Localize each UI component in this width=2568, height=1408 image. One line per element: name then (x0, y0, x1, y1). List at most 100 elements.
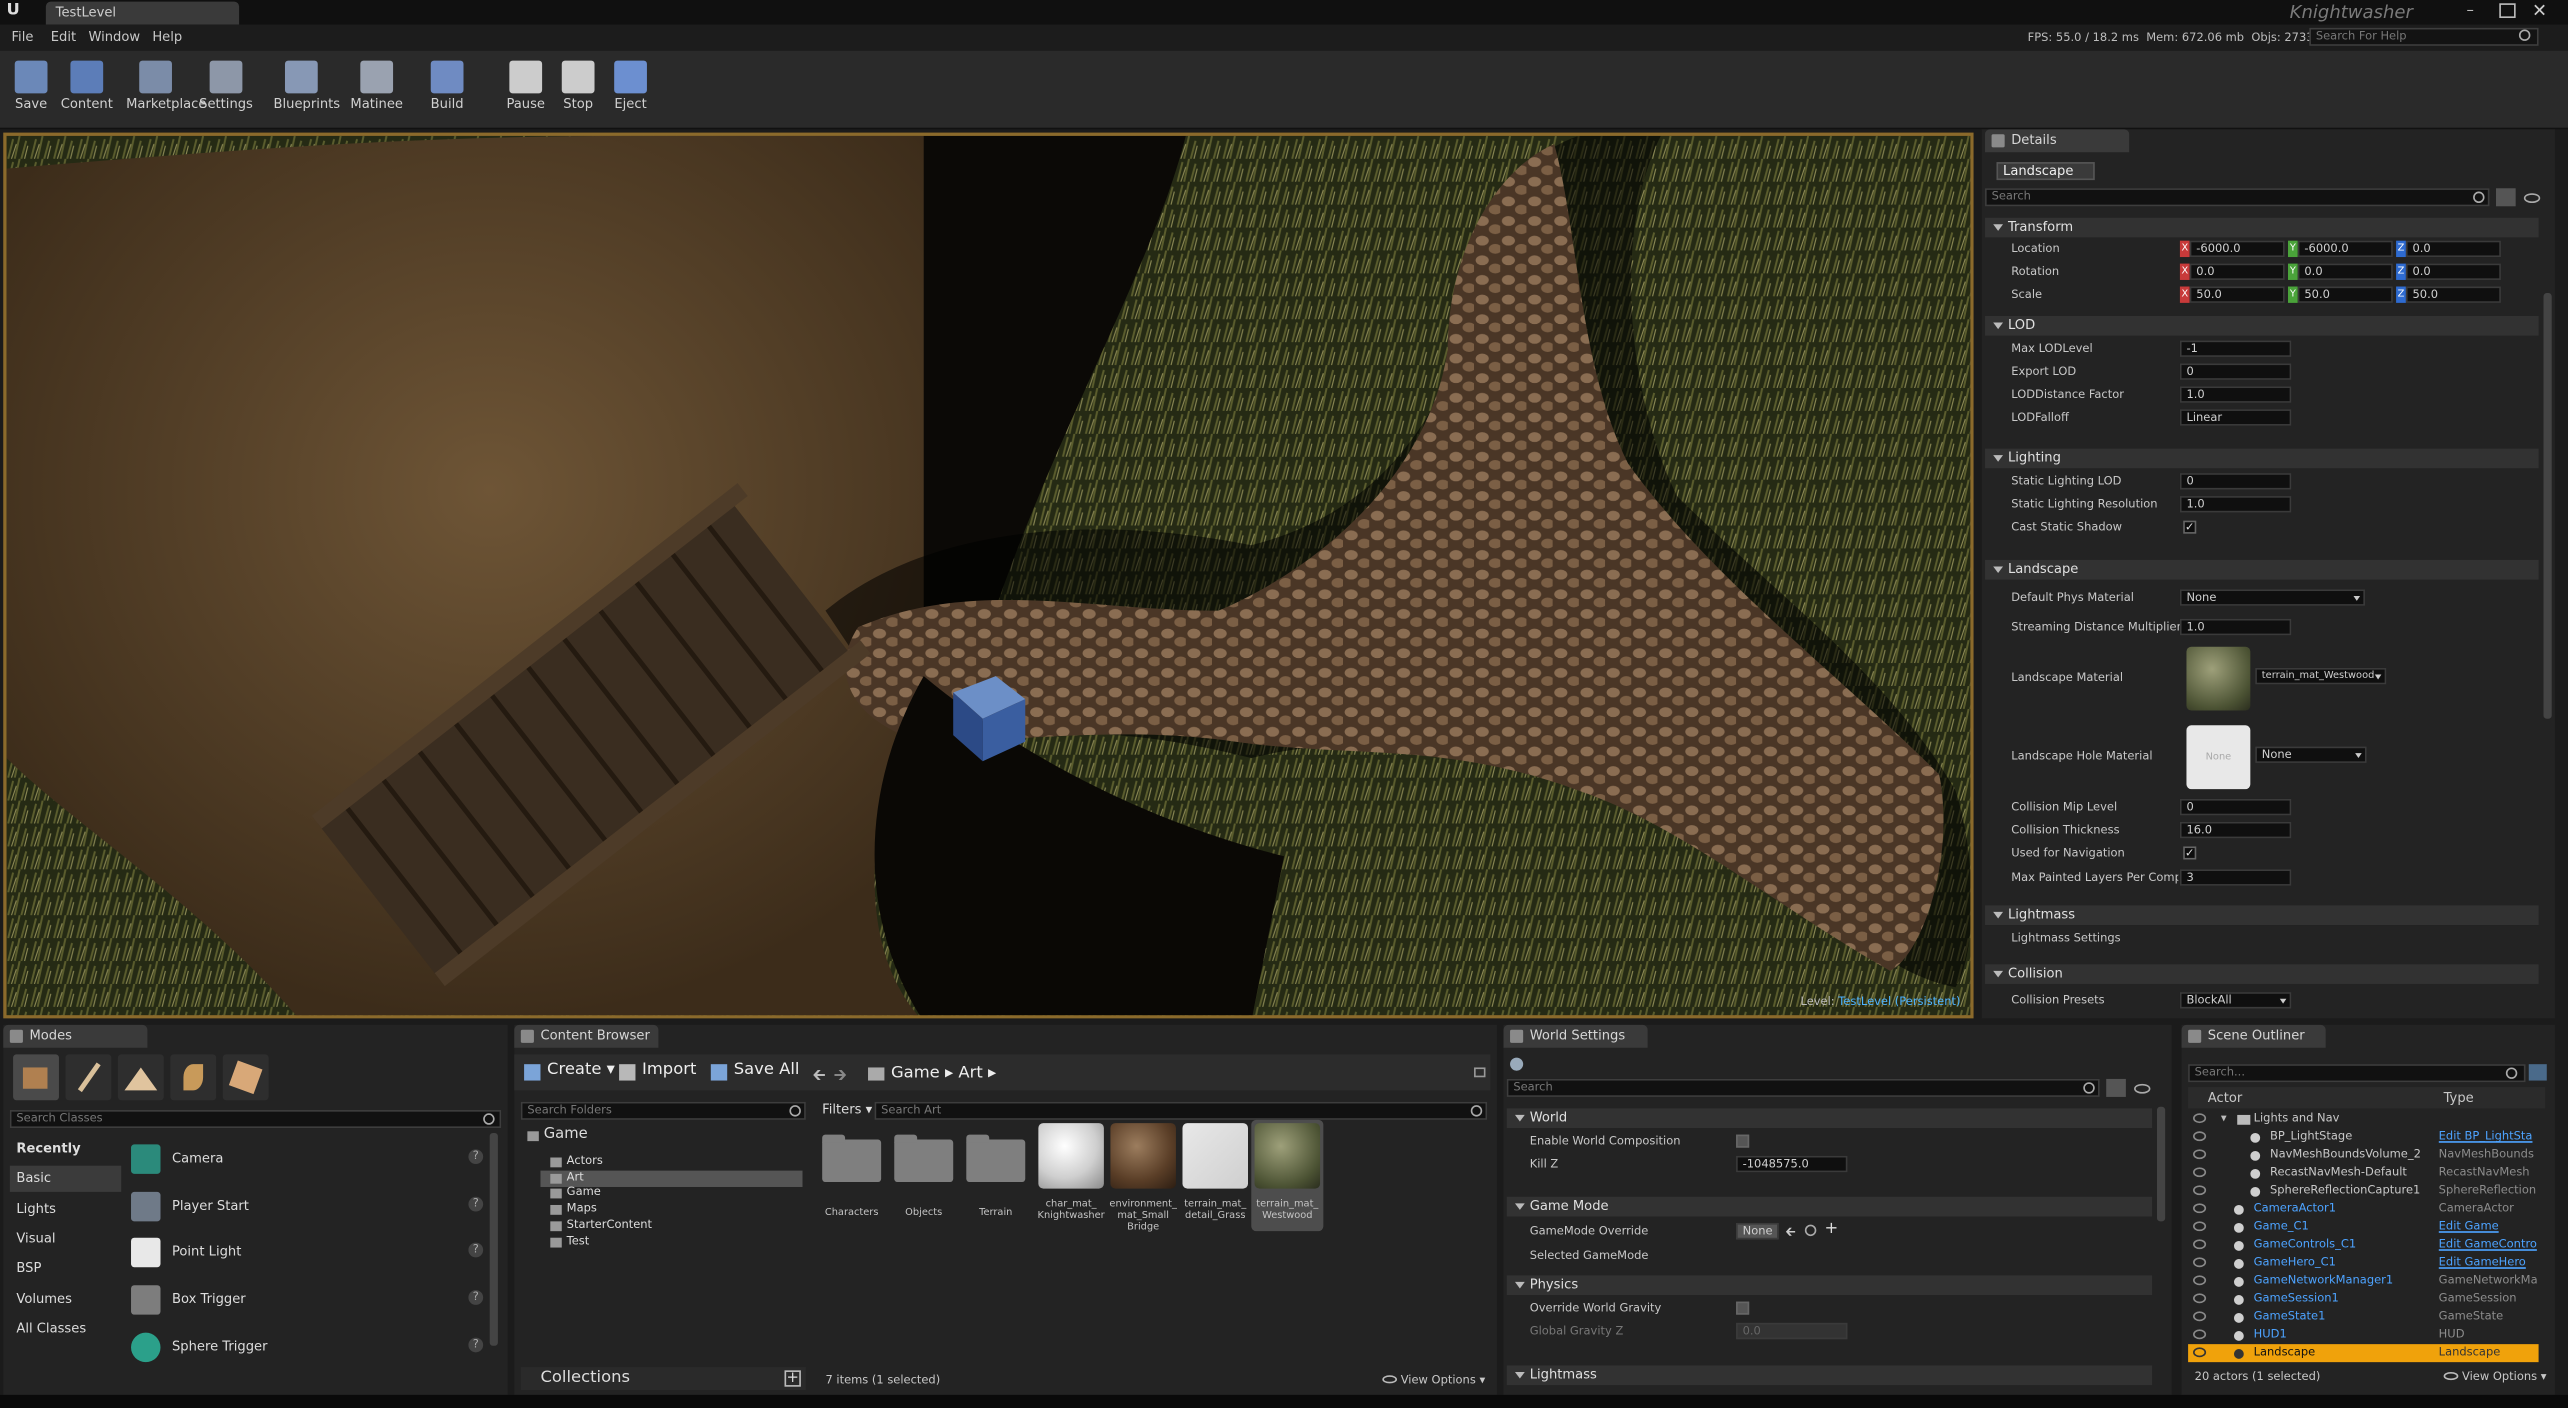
settings-button[interactable]: Settings (198, 56, 254, 121)
details-search-input[interactable]: Search (1985, 188, 2490, 207)
location-x-field[interactable]: -6000.0 (2189, 240, 2285, 258)
visibility-toggle-icon[interactable] (2193, 1275, 2207, 1286)
folder-tree-item[interactable]: Maps (540, 1202, 802, 1218)
folder-tree-item[interactable]: Game (524, 1126, 802, 1144)
lightmass-header[interactable]: Lightmass (1985, 905, 2539, 926)
rotation-y-field[interactable]: 0.0 (2297, 263, 2393, 280)
outliner-actor-type[interactable]: Edit GameHero (2439, 1254, 2537, 1272)
folder-search-input[interactable]: Search Folders (520, 1101, 806, 1120)
modes-scrollbar[interactable] (489, 1132, 498, 1346)
menu-help[interactable]: Help (152, 29, 182, 44)
world-visibility-icon[interactable] (2134, 1083, 2151, 1094)
world-scrollbar[interactable] (2156, 1106, 2166, 1222)
grid-view-icon[interactable] (2496, 188, 2516, 207)
visibility-toggle-icon[interactable] (2193, 1347, 2207, 1358)
menu-edit[interactable]: Edit (51, 29, 76, 44)
add-collection-icon[interactable]: + (784, 1370, 801, 1387)
gm-override-dropdown[interactable]: None (1736, 1222, 1779, 1240)
folder-tree-item[interactable]: StarterContent (540, 1218, 802, 1234)
lighting-row-field[interactable]: 0 (2179, 473, 2292, 490)
outliner-actor-type[interactable]: Edit BP_LightSta (2439, 1128, 2537, 1146)
visibility-toggle-icon[interactable] (2193, 1221, 2207, 1232)
landscape-mode-button[interactable] (117, 1054, 164, 1101)
blueprints-button[interactable]: Blueprints (274, 56, 340, 121)
mode-category-basic[interactable]: Basic (9, 1166, 122, 1193)
paint-mode-button[interactable] (65, 1054, 112, 1101)
stream-dist-field[interactable]: 1.0 (2179, 618, 2292, 636)
back-icon[interactable]: 🡰 (812, 1064, 825, 1092)
mode-item[interactable]: Box Trigger? (128, 1280, 488, 1319)
menu-window[interactable]: Window (88, 29, 140, 44)
eject-button[interactable]: Eject (603, 56, 659, 121)
scale-z-field[interactable]: 50.0 (2405, 286, 2501, 303)
outliner-row[interactable]: GameHero_C1 Edit GameHero (2188, 1254, 2538, 1272)
viewport[interactable]: Level: TestLevel (Persistent) (3, 132, 1974, 1019)
transform-header[interactable]: Transform (1985, 217, 2539, 238)
gm-browse-icon[interactable]: 🡰 (1785, 1223, 1796, 1246)
outliner-row[interactable]: GameNetworkManager1 GameNetworkMa (2188, 1272, 2538, 1290)
help-icon[interactable]: ? (468, 1196, 484, 1212)
collision-thickness-field[interactable]: 16.0 (2179, 821, 2292, 839)
help-icon[interactable]: ? (468, 1337, 484, 1352)
world-composition-checkbox[interactable] (1736, 1134, 1750, 1148)
visibility-toggle-icon[interactable] (2193, 1311, 2207, 1322)
visibility-toggle-icon[interactable] (2193, 1239, 2207, 1250)
visibility-toggle-icon[interactable] (2193, 1131, 2207, 1142)
content-view-options[interactable]: View Options ▾ (1382, 1374, 1485, 1387)
outliner-row[interactable]: Landscape Landscape (2188, 1344, 2539, 1363)
outliner-row[interactable]: GameSession1 GameSession (2188, 1290, 2538, 1308)
geometry-mode-button[interactable] (222, 1054, 269, 1101)
asset-folder[interactable] (822, 1134, 882, 1183)
lod-row-field[interactable]: 0 (2179, 363, 2292, 380)
build-button[interactable]: Build (419, 56, 475, 121)
help-icon[interactable]: ? (468, 1290, 484, 1306)
physics-header[interactable]: Physics (1506, 1275, 2153, 1296)
outliner-row[interactable]: ▾ Lights and Nav (2188, 1110, 2538, 1128)
outliner-actor-type[interactable]: Edit Game (2439, 1218, 2537, 1236)
create-button[interactable]: Create ▾ (524, 1061, 615, 1081)
save-all-button[interactable]: Save All (710, 1061, 799, 1081)
lighting-header[interactable]: Lighting (1985, 448, 2539, 469)
lod-header[interactable]: LOD (1985, 315, 2539, 336)
outliner-row[interactable]: CameraActor1 CameraActor (2188, 1200, 2538, 1218)
path-art[interactable]: Art (958, 1064, 982, 1082)
lightmass-settings-label[interactable]: Lightmass Settings (2011, 928, 2120, 948)
details-tab[interactable]: Details (1985, 129, 2130, 153)
visibility-toggle-icon[interactable] (2193, 1329, 2207, 1340)
stop-button[interactable]: Stop (550, 56, 606, 121)
actor-column-header[interactable]: Actor (2208, 1090, 2242, 1105)
maximize-button[interactable] (2499, 3, 2516, 19)
close-button[interactable]: ✕ (2532, 0, 2547, 21)
mode-category-bsp[interactable]: BSP (10, 1256, 121, 1282)
location-y-field[interactable]: -6000.0 (2297, 240, 2393, 258)
outliner-row[interactable]: GameControls_C1 Edit GameContro (2188, 1236, 2538, 1254)
asset-folder[interactable] (966, 1134, 1026, 1183)
lod-row-field[interactable]: 1.0 (2179, 386, 2292, 403)
override-gravity-checkbox[interactable] (1736, 1301, 1750, 1315)
rotation-z-field[interactable]: 0.0 (2405, 263, 2501, 280)
visibility-toggle-icon[interactable] (2193, 1185, 2207, 1196)
pause-button[interactable]: Pause (498, 56, 554, 121)
marketplace-button[interactable]: Marketplace (126, 56, 206, 121)
outliner-row[interactable]: GameState1 GameState (2188, 1308, 2538, 1326)
folder-tree-item[interactable]: Actors (540, 1154, 802, 1170)
outliner-search-input[interactable]: Search... (2188, 1064, 2526, 1083)
save-button[interactable]: Save (3, 56, 59, 121)
outliner-row[interactable]: RecastNavMesh-Default RecastNavMesh (2188, 1164, 2538, 1182)
gm-add-icon[interactable]: + (1825, 1220, 1839, 1238)
import-button[interactable]: Import (619, 1061, 696, 1081)
selected-gm-label[interactable]: Selected GameMode (1530, 1246, 1649, 1266)
gm-find-icon[interactable] (1804, 1224, 1817, 1237)
mode-category-all-classes[interactable]: All Classes (10, 1316, 121, 1342)
visibility-toggle-icon[interactable] (2193, 1293, 2207, 1304)
killz-field[interactable]: -1048575.0 (1736, 1155, 1848, 1173)
asset-search-input[interactable]: Search Art (874, 1101, 1488, 1120)
world-search-input[interactable]: Search (1506, 1078, 2100, 1097)
global-gravity-field[interactable]: 0.0 (1736, 1322, 1848, 1340)
folder-tree-item[interactable]: Test (540, 1234, 802, 1250)
lod-row-field[interactable]: Linear (2179, 409, 2292, 426)
content-browser-tab[interactable]: Content Browser (514, 1024, 659, 1048)
help-icon[interactable]: ? (468, 1149, 484, 1165)
lighting-row-field[interactable]: 1.0 (2179, 496, 2292, 513)
scale-x-field[interactable]: 50.0 (2189, 286, 2285, 303)
